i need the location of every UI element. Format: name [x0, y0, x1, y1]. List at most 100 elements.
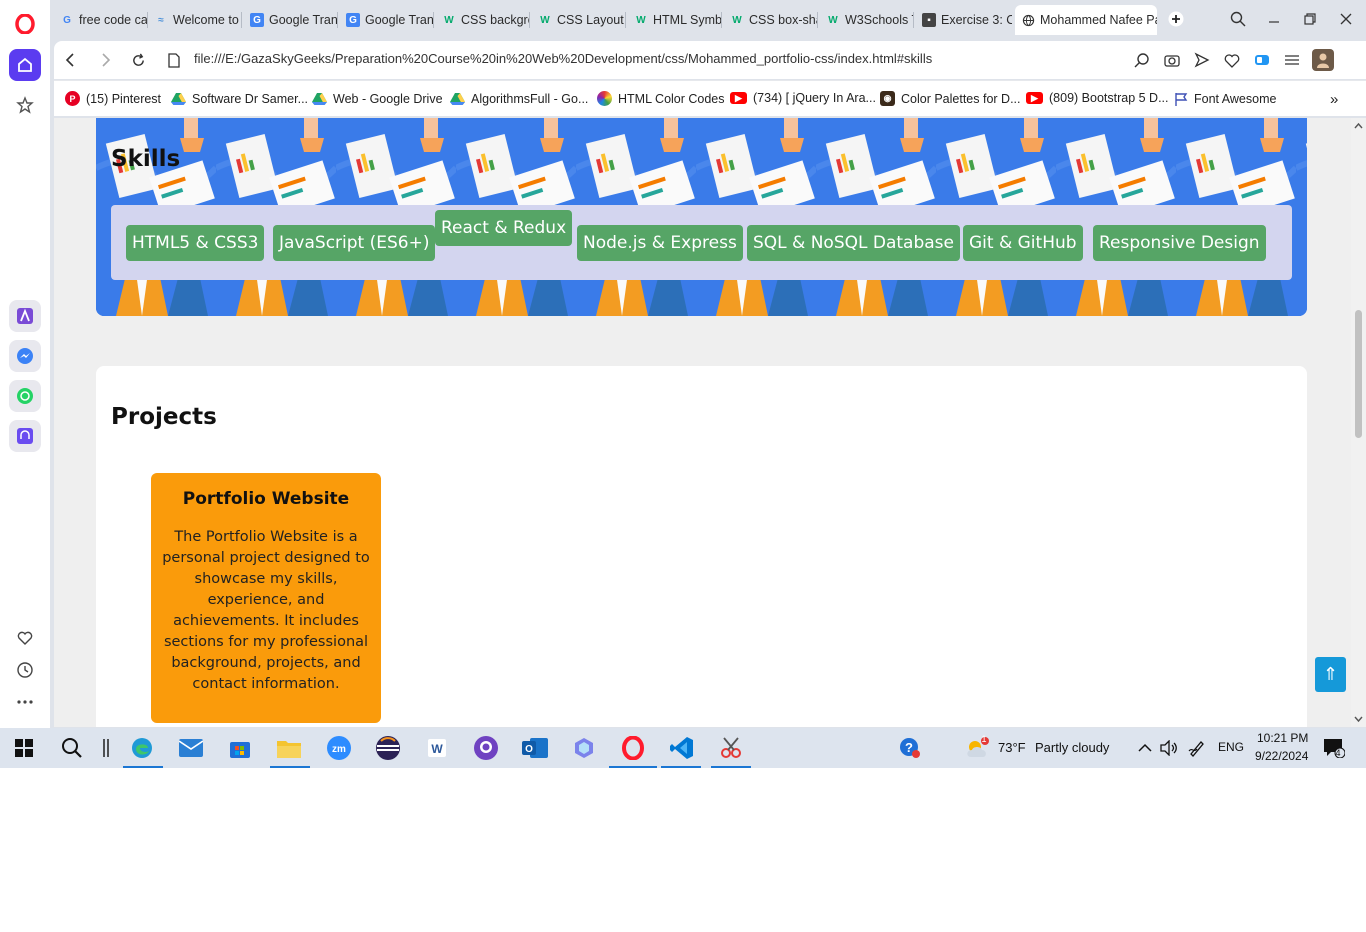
bookmark-bootstrap[interactable]: ▶ (809) Bootstrap 5 D...	[1026, 91, 1169, 105]
microsoft-store-icon[interactable]	[226, 734, 254, 762]
tab-3[interactable]: G Google Tran	[244, 7, 338, 33]
tab-9[interactable]: W W3Schools T	[820, 7, 914, 33]
tab-4[interactable]: G Google Tran	[340, 7, 434, 33]
heart-icon[interactable]	[1222, 50, 1242, 70]
history-icon[interactable]	[9, 654, 41, 686]
camera-icon[interactable]	[1162, 50, 1182, 70]
language-indicator[interactable]: ENG	[1218, 740, 1244, 754]
word-icon[interactable]: W	[423, 734, 451, 762]
w3schools-icon: W	[540, 14, 550, 26]
pen-input-icon[interactable]	[1183, 734, 1211, 762]
forward-icon[interactable]	[96, 50, 116, 70]
eclipse-icon[interactable]	[374, 734, 402, 762]
wave-icon: ≈	[158, 14, 164, 26]
bookmark-palettes[interactable]: ◉ Color Palettes for D...	[880, 91, 1021, 106]
send-icon[interactable]	[1192, 50, 1212, 70]
battery-saver-icon[interactable]	[1252, 50, 1272, 70]
tab-8[interactable]: W CSS box-sha	[724, 7, 818, 33]
bookmark-software[interactable]: Software Dr Samer...	[171, 91, 308, 106]
reload-icon[interactable]	[128, 50, 148, 70]
restore-icon[interactable]	[1298, 8, 1322, 30]
page-viewport: Skills HTML5 & CSS3 JavaScript (ES6+) Re…	[54, 118, 1351, 727]
mail-icon[interactable]	[177, 734, 205, 762]
outlook-icon[interactable]: O	[521, 734, 549, 762]
tab-6[interactable]: W CSS Layout -	[532, 7, 626, 33]
vscode-icon[interactable]	[668, 734, 696, 762]
find-icon[interactable]	[1132, 50, 1152, 70]
music-player-icon[interactable]	[9, 420, 41, 452]
task-view-icon[interactable]	[92, 734, 120, 762]
heart-icon[interactable]	[9, 622, 41, 654]
bookmarks-overflow-icon[interactable]: »	[1330, 91, 1338, 108]
tab-2[interactable]: ≈ Welcome to	[148, 7, 242, 33]
tab-10[interactable]: ▪ Exercise 3: C	[916, 7, 1012, 33]
snipping-tool-icon[interactable]	[717, 734, 745, 762]
clock-date[interactable]: 9/22/2024	[1255, 749, 1308, 763]
close-icon[interactable]	[1334, 8, 1358, 30]
easy-setup-icon[interactable]	[1282, 50, 1302, 70]
zoom-icon[interactable]: zm	[325, 734, 353, 762]
messenger-icon[interactable]	[9, 340, 41, 372]
scroll-thumb[interactable]	[1355, 310, 1362, 438]
bookmark-label: (809) Bootstrap 5 D...	[1049, 91, 1169, 105]
minimize-icon[interactable]	[1262, 8, 1286, 30]
w3schools-icon: W	[636, 14, 646, 26]
vscode-active-indicator	[661, 766, 701, 768]
more-icon[interactable]	[9, 686, 41, 718]
github-desktop-icon[interactable]	[472, 734, 500, 762]
skill-tag: SQL & NoSQL Database	[747, 225, 960, 261]
bookmark-pinterest[interactable]: P (15) Pinterest	[65, 91, 161, 106]
bookmark-algorithms[interactable]: AlgorithmsFull - Go...	[450, 91, 588, 106]
new-tab-button[interactable]	[1164, 8, 1188, 30]
explorer-active-indicator	[270, 766, 310, 768]
back-to-top-button[interactable]: ⇑	[1315, 657, 1346, 692]
tab-7[interactable]: W HTML Symb	[628, 7, 722, 33]
opera-active-indicator	[609, 766, 657, 768]
youtube-icon: ▶	[1026, 92, 1043, 104]
bookmark-web-drive[interactable]: Web - Google Drive	[312, 91, 443, 106]
scroll-up-icon[interactable]	[1351, 120, 1366, 132]
tab-5[interactable]: W CSS backgro	[436, 7, 530, 33]
back-icon[interactable]	[60, 50, 80, 70]
page-scrollbar[interactable]	[1351, 118, 1366, 727]
tab-1[interactable]: G free code ca	[54, 7, 148, 33]
bookmark-jquery[interactable]: ▶ (734) [ jQuery In Ara...	[730, 91, 876, 105]
search-icon[interactable]	[58, 734, 86, 762]
edge-icon[interactable]	[128, 734, 156, 762]
clock-time[interactable]: 10:21 PM	[1257, 731, 1308, 745]
profile-avatar-icon[interactable]	[1312, 49, 1334, 71]
tab-title: Google Tran	[269, 13, 338, 27]
tab-title: CSS backgro	[461, 13, 530, 27]
bookmark-label: AlgorithmsFull - Go...	[471, 91, 589, 106]
pinterest-icon: P	[65, 91, 80, 106]
tab-title: Google Tran	[365, 13, 434, 27]
aria-icon[interactable]	[9, 300, 41, 332]
windows-start-icon[interactable]	[10, 734, 38, 762]
volume-icon[interactable]	[1155, 734, 1183, 762]
tab-11-active[interactable]: Mohammed Nafee Pa	[1015, 5, 1157, 35]
bookmark-font-awesome[interactable]: Font Awesome	[1173, 91, 1276, 106]
home-icon[interactable]	[9, 49, 41, 81]
search-tabs-icon[interactable]	[1226, 8, 1250, 30]
bookmark-label: HTML Color Codes	[618, 91, 725, 106]
url-field[interactable]: file:///E:/GazaSkyGeeks/Preparation%20Co…	[194, 51, 932, 66]
tab-title: Exercise 3: C	[941, 13, 1012, 27]
whatsapp-icon[interactable]	[9, 380, 41, 412]
svg-text:O: O	[525, 744, 533, 755]
skill-tag: Node.js & Express	[577, 225, 743, 261]
star-icon[interactable]	[9, 89, 41, 121]
project-card[interactable]: Portfolio Website The Portfolio Website …	[151, 473, 381, 723]
projects-section: Projects Portfolio Website The Portfolio…	[96, 366, 1307, 727]
bookmark-html-colors[interactable]: HTML Color Codes	[597, 91, 725, 106]
google-drive-icon	[171, 91, 186, 106]
file-explorer-icon[interactable]	[275, 734, 303, 762]
copilot-icon[interactable]	[570, 734, 598, 762]
weather-temperature[interactable]: 73°F	[998, 740, 1026, 755]
opera-icon[interactable]	[619, 734, 647, 762]
scroll-down-icon[interactable]	[1351, 713, 1366, 725]
opera-logo-icon[interactable]	[9, 8, 41, 40]
weather-description[interactable]: Partly cloudy	[1035, 740, 1109, 755]
bookmark-label: (734) [ jQuery In Ara...	[753, 91, 876, 105]
bookmark-label: (15) Pinterest	[86, 91, 162, 106]
help-icon[interactable]: ?	[896, 734, 924, 762]
